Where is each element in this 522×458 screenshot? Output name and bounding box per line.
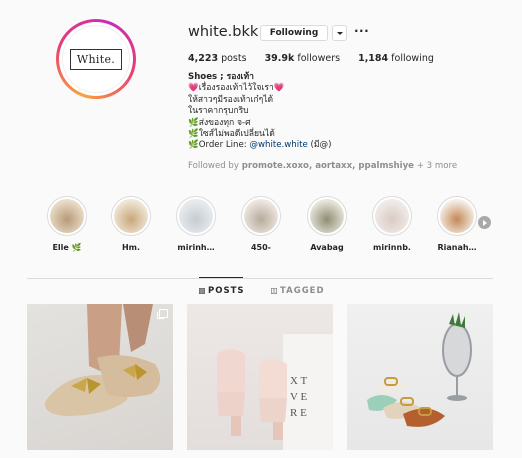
tabs-divider (27, 278, 493, 279)
post-thumbnail[interactable] (347, 304, 493, 450)
poster-text: X T (290, 375, 307, 387)
bio-title: Shoes ; รองเท้า (188, 72, 254, 82)
tab-tagged[interactable]: TAGGED (271, 286, 325, 296)
highlight-cover (111, 196, 151, 236)
post-image-block-heels: X T V E R E (217, 334, 333, 450)
highlight-cover (437, 196, 477, 236)
highlight-cover-image (310, 199, 344, 233)
highlight-cover (372, 196, 412, 236)
highlights-next-button[interactable] (478, 216, 491, 229)
highlight-label: mirinh… (177, 243, 215, 252)
followers-count[interactable]: 39.9k followers (265, 53, 341, 64)
post-thumbnail[interactable]: X T V E R E (187, 304, 333, 450)
followed-by-more: + 3 more (414, 161, 458, 171)
highlight-item[interactable]: Avabag (307, 196, 347, 252)
highlight-cover-image (244, 199, 278, 233)
highlight-label: Rianah… (437, 243, 477, 252)
highlight-label: 450- (250, 243, 272, 252)
post-image-mules-bow (44, 304, 161, 416)
highlight-item[interactable]: Elle 🌿 (47, 196, 87, 252)
order-line-link[interactable]: @white.white (249, 140, 307, 150)
chevron-right-icon (483, 219, 487, 226)
highlight-cover-image (179, 199, 213, 233)
highlight-label: Avabag (310, 243, 344, 252)
order-line-prefix: 🌿Order Line: (188, 140, 250, 151)
poster-text: R E (290, 407, 307, 419)
highlight-item[interactable]: 450- (241, 196, 281, 252)
bio-line: 💗เรื่องรองเท้าไว้ใจเรา💗 (188, 83, 285, 94)
highlight-label: mirinnb. (373, 243, 411, 252)
brand-logo: White. (69, 48, 123, 70)
more-options-icon[interactable]: ··· (354, 24, 369, 38)
post-thumbnail[interactable] (27, 304, 173, 450)
order-line-suffix: (มี@) (307, 140, 332, 151)
following-count[interactable]: 1,184 following (358, 53, 434, 64)
bio-line: 🌿ส่งของทุก จ-ศ (188, 117, 251, 128)
followers-count-value: 39.9k (264, 53, 295, 64)
bio-line: 🌿ใซส์ไม่พอดีเปลี่ยนได้ (188, 129, 275, 140)
highlight-cover (47, 196, 87, 236)
highlight-item[interactable]: mirinh… (176, 196, 216, 252)
highlight-cover-image (114, 199, 148, 233)
bio-order-line: 🌿Order Line: @white.white (มี@) (188, 140, 488, 151)
poster-text: V E (290, 391, 307, 403)
tab-posts[interactable]: POSTS (199, 286, 245, 296)
highlight-cover (176, 196, 216, 236)
profile-stats: 4,223 posts 39.9k followers 1,184 follow… (188, 53, 452, 64)
bio-line: ให้สาวๆมีรองเท้าเก๋ๆได้ (188, 94, 274, 105)
profile-avatar[interactable]: White. (56, 19, 136, 99)
posts-count-value: 4,223 (188, 53, 219, 64)
suggested-dropdown-button[interactable] (332, 25, 347, 41)
chevron-down-icon (336, 31, 343, 35)
bio-line: ในราคากรุบกริบ (188, 106, 249, 117)
highlight-label: Hm. (121, 243, 141, 252)
highlight-item[interactable]: mirinnb. (372, 196, 412, 252)
multiple-photos-icon (157, 309, 168, 319)
followed-by-names: promote.xoxo, aortaxx, ppalmshiye (241, 161, 415, 171)
tab-tagged-label: TAGGED (280, 286, 325, 296)
tagged-icon (271, 288, 277, 294)
following-count-label: following (391, 53, 434, 64)
posts-count-label: posts (221, 53, 247, 64)
grid-icon (199, 288, 205, 294)
highlight-cover-image (50, 199, 84, 233)
highlight-cover-image (375, 199, 409, 233)
following-count-value: 1,184 (358, 53, 389, 64)
highlight-label: Elle 🌿 (52, 243, 82, 252)
posts-count: 4,223 posts (188, 53, 247, 64)
active-tab-indicator (199, 277, 243, 278)
profile-username: white.bkk (188, 24, 259, 40)
highlight-cover (241, 196, 281, 236)
following-button[interactable]: Following (260, 25, 328, 41)
avatar-image: White. (62, 25, 130, 93)
avatar-inner: White. (59, 22, 133, 96)
followed-by-note[interactable]: Followed by promote.xoxo, aortaxx, ppalm… (188, 161, 457, 171)
highlight-cover (307, 196, 347, 236)
post-image-sandals-mirror (367, 312, 472, 427)
tab-posts-label: POSTS (208, 286, 245, 296)
highlight-item[interactable]: Hm. (111, 196, 151, 252)
profile-bio: Shoes ; รองเท้า 💗เรื่องรองเท้าไว้ใจเรา💗 … (188, 72, 488, 152)
highlight-item[interactable]: Rianah… (437, 196, 477, 252)
highlight-cover-image (440, 199, 474, 233)
followed-by-prefix: Followed by (188, 161, 242, 171)
followers-count-label: followers (297, 53, 341, 64)
